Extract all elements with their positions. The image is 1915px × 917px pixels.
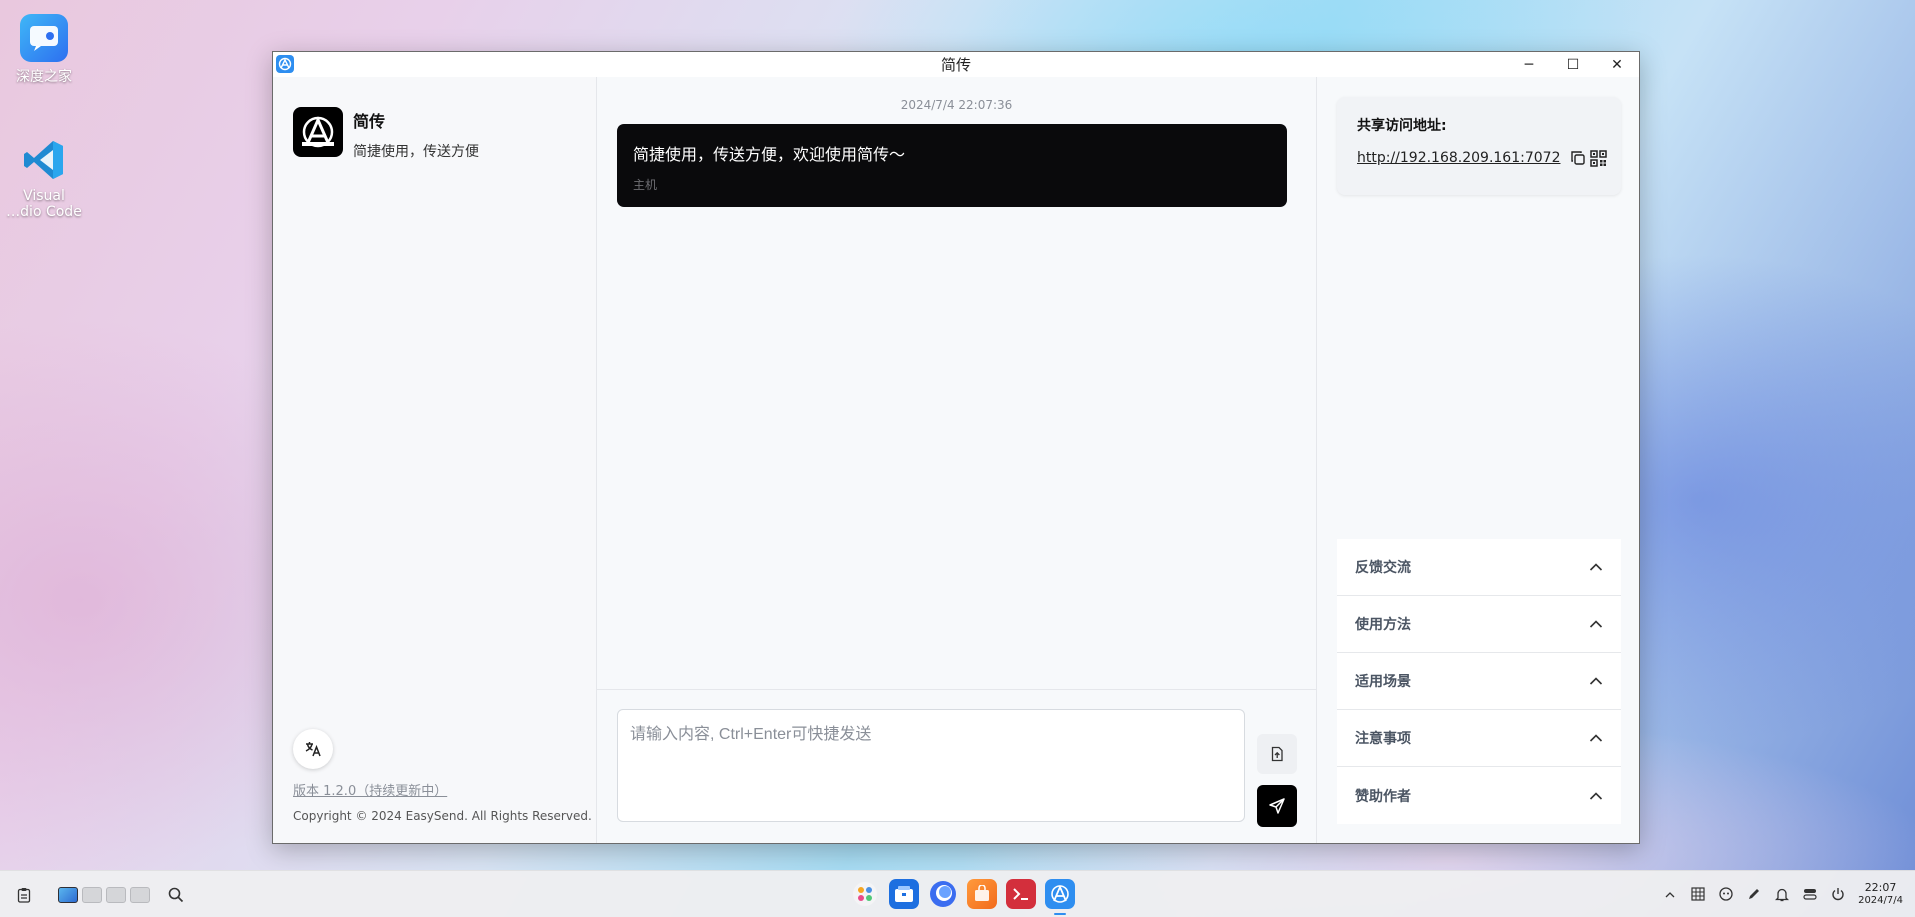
accordion-notes[interactable]: 注意事项: [1337, 710, 1621, 767]
desktop-icon-label: Visual …dio Code: [6, 188, 82, 220]
send-button[interactable]: [1257, 785, 1297, 827]
version-link[interactable]: 版本 1.2.0（持续更新中）: [293, 780, 447, 799]
info-panel: 共享访问地址: http://192.168.209.161:7072 反馈交流…: [1317, 77, 1639, 843]
message-timestamp: 2024/7/4 22:07:36: [900, 98, 1013, 112]
translate-icon: [305, 742, 321, 757]
chevron-up-icon: [1589, 677, 1603, 685]
launcher-icon[interactable]: [850, 879, 880, 909]
qrcode-icon: [1590, 149, 1608, 167]
chevron-up-icon: [1589, 620, 1603, 628]
share-url-link[interactable]: http://192.168.209.161:7072: [1357, 150, 1560, 166]
file-manager-icon[interactable]: [888, 879, 919, 909]
language-button[interactable]: [293, 729, 333, 769]
file-upload-icon: [1271, 746, 1283, 762]
upload-file-button[interactable]: [1257, 734, 1297, 774]
desktop-icon-deepin-home[interactable]: 深度之家: [0, 14, 88, 86]
chevron-up-icon: [1589, 791, 1603, 800]
notification-button[interactable]: [1768, 881, 1796, 907]
vscode-icon: [20, 136, 68, 184]
clipboard-button[interactable]: [12, 883, 36, 907]
power-button[interactable]: [1824, 881, 1852, 907]
pen-icon: [1749, 889, 1760, 899]
deepin-home-icon: [20, 14, 68, 62]
clock[interactable]: 22:07 2024/7/4: [1858, 881, 1903, 907]
easysend-icon[interactable]: [1044, 879, 1075, 915]
chevron-up-icon: [1665, 891, 1675, 897]
accordion-sponsor[interactable]: 赞助作者: [1337, 767, 1621, 824]
maximize-button[interactable]: ☐: [1551, 52, 1595, 77]
sidebar: 简传 简捷使用，传送方便 版本 1.2.0（持续更新中） Copyright ©…: [273, 77, 597, 843]
minimize-icon: ─: [1524, 56, 1534, 73]
control-center-button[interactable]: [1796, 881, 1824, 907]
search-icon: [168, 887, 184, 903]
share-card: 共享访问地址: http://192.168.209.161:7072: [1337, 97, 1621, 195]
accordion-label: 反馈交流: [1355, 560, 1411, 576]
clock-date: 2024/7/4: [1858, 895, 1903, 906]
system-tray: 22:07 2024/7/4: [1656, 881, 1903, 907]
chevron-up-icon: [1589, 563, 1603, 571]
bell-icon: [1775, 888, 1790, 901]
assistant-button[interactable]: [1712, 881, 1740, 907]
close-icon: ✕: [1611, 56, 1623, 73]
chevron-up-icon: [1589, 734, 1603, 742]
desktop-icon-label: 深度之家: [16, 69, 72, 85]
workspace-1[interactable]: [58, 887, 78, 903]
pen-button[interactable]: [1740, 881, 1768, 907]
share-label: 共享访问地址:: [1357, 118, 1447, 134]
workspace-4[interactable]: [130, 887, 150, 903]
power-icon: [1832, 888, 1844, 901]
accordion-label: 使用方法: [1355, 617, 1411, 633]
app-slogan: 简捷使用，传送方便: [353, 144, 479, 160]
accordion-label: 赞助作者: [1355, 788, 1411, 805]
accordion-label: 注意事项: [1355, 731, 1411, 747]
send-icon: [1269, 798, 1285, 814]
clock-time: 22:07: [1864, 881, 1897, 894]
desktop-icon-vscode[interactable]: Visual …dio Code: [0, 136, 88, 220]
search-button[interactable]: [164, 883, 188, 907]
toggle-icon: [1803, 889, 1817, 900]
taskbar: 22:07 2024/7/4: [0, 870, 1915, 917]
accordion-feedback[interactable]: 反馈交流: [1337, 539, 1621, 596]
composer: [597, 689, 1316, 843]
app-store-icon[interactable]: [966, 879, 997, 909]
app-window: 简传 ─ ☐ ✕ 简传 简捷使用，传送方便 版本 1.2.0（持续更新中） Co…: [272, 51, 1640, 844]
window-title: 简传: [940, 56, 971, 74]
window-titlebar[interactable]: 简传 ─ ☐ ✕: [273, 52, 1639, 77]
accordion-usage[interactable]: 使用方法: [1337, 596, 1621, 653]
qrcode-button[interactable]: [1590, 147, 1608, 169]
workspace-2[interactable]: [82, 887, 102, 903]
terminal-icon[interactable]: [1005, 879, 1036, 909]
browser-icon[interactable]: [928, 879, 958, 909]
maximize-icon: ☐: [1566, 56, 1580, 73]
close-button[interactable]: ✕: [1595, 52, 1639, 77]
app-name: 简传: [353, 112, 386, 131]
chat-panel: 2024/7/4 22:07:36 简捷使用，传送方便，欢迎使用简传～ 主机: [597, 77, 1317, 843]
grid-icon: [1691, 887, 1705, 901]
copy-icon: [1571, 151, 1586, 165]
accordion-scenarios[interactable]: 适用场景: [1337, 653, 1621, 710]
message-bubble[interactable]: 简捷使用，传送方便，欢迎使用简传～ 主机: [617, 124, 1287, 207]
copy-url-button[interactable]: [1570, 147, 1586, 169]
accordion-label: 适用场景: [1355, 674, 1411, 690]
message-input[interactable]: [617, 709, 1245, 822]
message-sender: 主机: [633, 178, 658, 192]
easysend-logo-icon: [293, 107, 343, 157]
assistant-icon: [1719, 887, 1733, 901]
message-text: 简捷使用，传送方便，欢迎使用简传～: [633, 145, 906, 164]
minimize-button[interactable]: ─: [1507, 52, 1551, 77]
keyboard-layout-button[interactable]: [1684, 881, 1712, 907]
copyright-text: Copyright © 2024 EasySend. All Rights Re…: [293, 809, 592, 823]
clipboard-icon: [17, 888, 31, 903]
tray-expand-button[interactable]: [1656, 881, 1684, 907]
info-accordion: 反馈交流 使用方法 适用场景 注意事项 赞助作者: [1337, 539, 1621, 824]
app-icon: [276, 55, 294, 73]
workspace-3[interactable]: [106, 887, 126, 903]
dock: [845, 879, 1079, 915]
brand: 简传 简捷使用，传送方便: [293, 107, 479, 161]
